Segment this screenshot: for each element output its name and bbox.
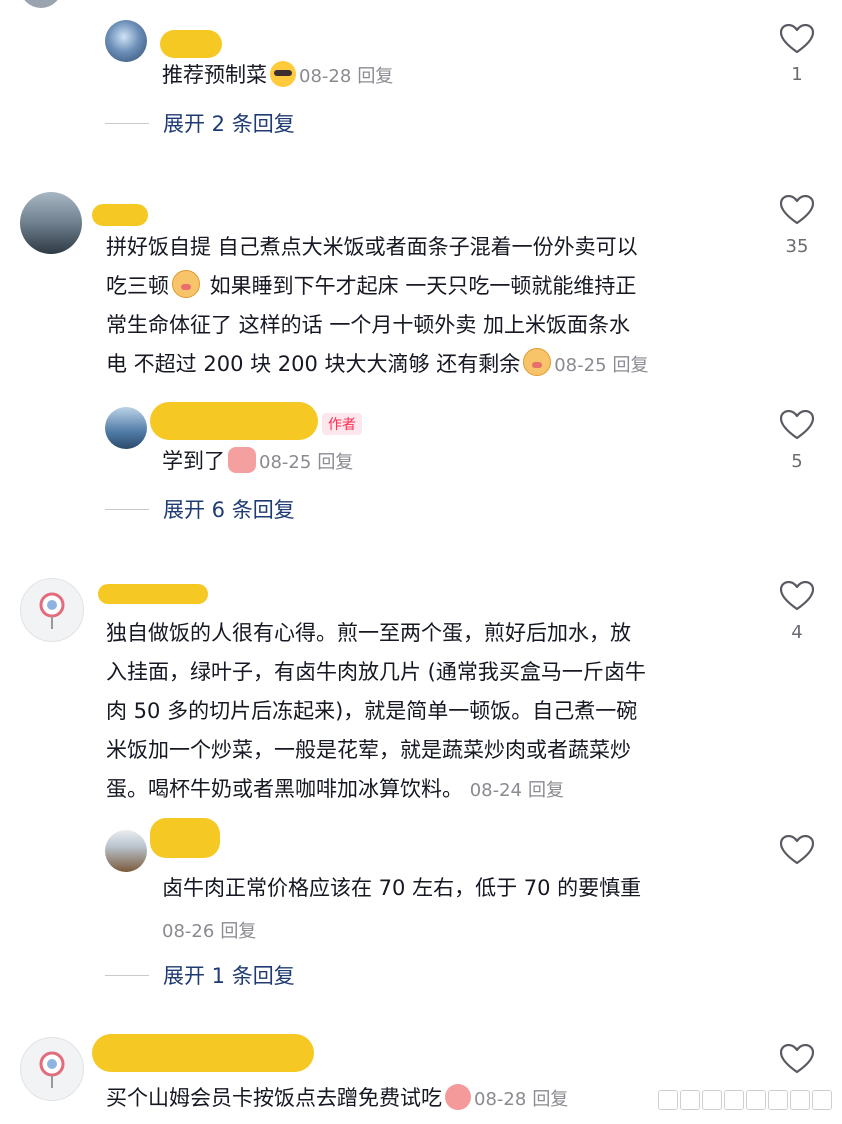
reply-button[interactable]: 回复 [532,1089,568,1110]
avatar[interactable] [20,0,62,8]
expand-replies-button[interactable]: 展开 6 条回复 [105,494,295,524]
sunglasses-emoji-icon [270,61,296,87]
comment-date: 08-24 [469,780,522,801]
divider-line [105,122,149,124]
avatar[interactable] [105,20,147,62]
thumbs-up-emoji-icon [228,447,256,473]
like-count: 35 [785,236,809,257]
comment-date: 08-25 [259,452,312,473]
divider-line [105,974,149,976]
pig-emoji-icon [172,270,200,298]
avatar[interactable] [20,578,84,642]
comment-date: 08-28 [299,66,352,87]
comment-text: 买个山姆会员卡按饭点去蹭免费试吃 08-28 回复 [106,1084,569,1110]
heart-outline-icon[interactable] [780,195,814,225]
reply-button[interactable]: 回复 [613,355,649,376]
heart-outline-icon[interactable] [780,410,814,440]
expand-replies-button[interactable]: 展开 2 条回复 [105,108,295,138]
comment-date: 08-28 [474,1089,527,1110]
avatar[interactable] [105,407,147,449]
redacted-username [150,818,220,858]
comment-date: 08-25 [554,355,607,376]
author-badge: 作者 [322,413,362,435]
heart-outline-icon[interactable] [780,581,814,611]
reply-button[interactable]: 回复 [220,921,256,942]
avatar[interactable] [20,192,82,254]
redacted-username [92,204,148,226]
comment-date: 08-26 [162,921,215,942]
expand-replies-button[interactable]: 展开 1 条回复 [105,960,295,990]
reply-text: 卤牛肉正常价格应该在 70 左右，低于 70 的要慎重 [162,876,642,900]
avatar[interactable] [105,830,147,872]
comment-meta: 08-26 回复 [162,917,256,943]
redacted-username [98,584,208,604]
redacted-username [160,30,222,58]
divider-line [105,508,149,510]
lollipop-icon [39,1051,65,1088]
reply-text: 学到了 08-25 回复 [162,447,354,473]
like-count: 1 [791,64,803,85]
reply-button[interactable]: 回复 [317,452,353,473]
avatar[interactable] [20,1037,84,1101]
like-count: 5 [791,451,803,472]
heart-outline-icon[interactable] [780,835,814,865]
like-count: 4 [791,622,803,643]
heart-outline-icon[interactable] [780,24,814,54]
pig-emoji-icon [523,348,552,376]
heart-outline-icon[interactable] [780,1044,814,1074]
peach-emoji-icon [445,1084,471,1110]
reply-button[interactable]: 回复 [528,780,564,801]
redacted-username [92,1034,314,1072]
comment-text: 独自做饭的人很有心得。煎一至两个蛋，煎好后加水，放 入挂面，绿叶子，有卤牛肉放几… [106,621,646,801]
redacted-username [150,402,318,440]
reply-text: 推荐预制菜 08-28 回复 [162,61,394,87]
watermark [658,1090,832,1110]
lollipop-icon [39,592,65,629]
comment-text: 拼好饭自提 自己煮点大米饭或者面条子混着一份外卖可以 吃三顿 如果睡到下午才起床… [106,235,649,376]
reply-button[interactable]: 回复 [357,66,393,87]
